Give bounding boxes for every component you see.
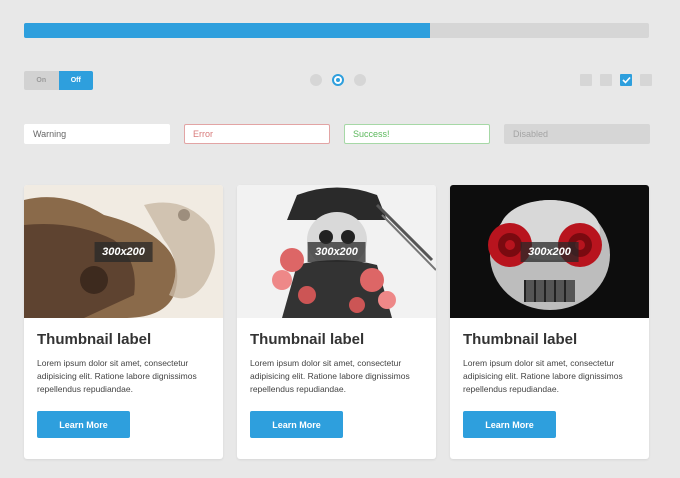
- thumbnail-size-label: 300x200: [307, 241, 366, 262]
- thumbnail-card: 300x200 Thumbnail label Lorem ipsum dolo…: [450, 185, 649, 459]
- thumbnail-image: 300x200: [450, 185, 649, 318]
- card-description: Lorem ipsum dolor sit amet, consectetur …: [37, 358, 197, 394]
- checkbox-checked[interactable]: [620, 74, 632, 86]
- disabled-input: [504, 124, 650, 144]
- success-input[interactable]: [344, 124, 490, 144]
- card-description: Lorem ipsum dolor sit amet, consectetur …: [463, 358, 623, 394]
- learn-more-button[interactable]: Learn More: [37, 411, 130, 438]
- card-title: Thumbnail label: [37, 331, 152, 348]
- radio-group: [310, 74, 366, 86]
- card-title: Thumbnail label: [463, 331, 578, 348]
- thumbnail-image: 300x200: [237, 185, 436, 318]
- progress-bar-fill: [24, 23, 431, 38]
- checkbox[interactable]: [640, 74, 652, 86]
- progress-bar: [24, 23, 649, 38]
- checkbox[interactable]: [580, 74, 592, 86]
- checkbox[interactable]: [600, 74, 612, 86]
- thumbnail-card: 300x200 Thumbnail label Lorem ipsum dolo…: [24, 185, 223, 459]
- thumbnail-image: 300x200: [24, 185, 223, 318]
- thumbnail-card: 300x200 Thumbnail label Lorem ipsum dolo…: [237, 185, 436, 459]
- radio-button[interactable]: [354, 74, 366, 86]
- warning-input[interactable]: [24, 124, 170, 144]
- radio-button[interactable]: [310, 74, 322, 86]
- radio-button-selected[interactable]: [332, 74, 344, 86]
- learn-more-button[interactable]: Learn More: [250, 411, 343, 438]
- toggle-on-option[interactable]: On: [24, 71, 59, 90]
- card-description: Lorem ipsum dolor sit amet, consectetur …: [250, 358, 410, 394]
- thumbnail-size-label: 300x200: [520, 241, 579, 262]
- on-off-toggle[interactable]: On Off: [24, 71, 93, 90]
- toggle-off-option[interactable]: Off: [58, 71, 93, 90]
- checkbox-group: [580, 74, 652, 86]
- thumbnail-size-label: 300x200: [94, 241, 153, 262]
- checkmark-icon: [621, 76, 631, 84]
- error-input[interactable]: [184, 124, 330, 144]
- learn-more-button[interactable]: Learn More: [463, 411, 556, 438]
- card-title: Thumbnail label: [250, 331, 365, 348]
